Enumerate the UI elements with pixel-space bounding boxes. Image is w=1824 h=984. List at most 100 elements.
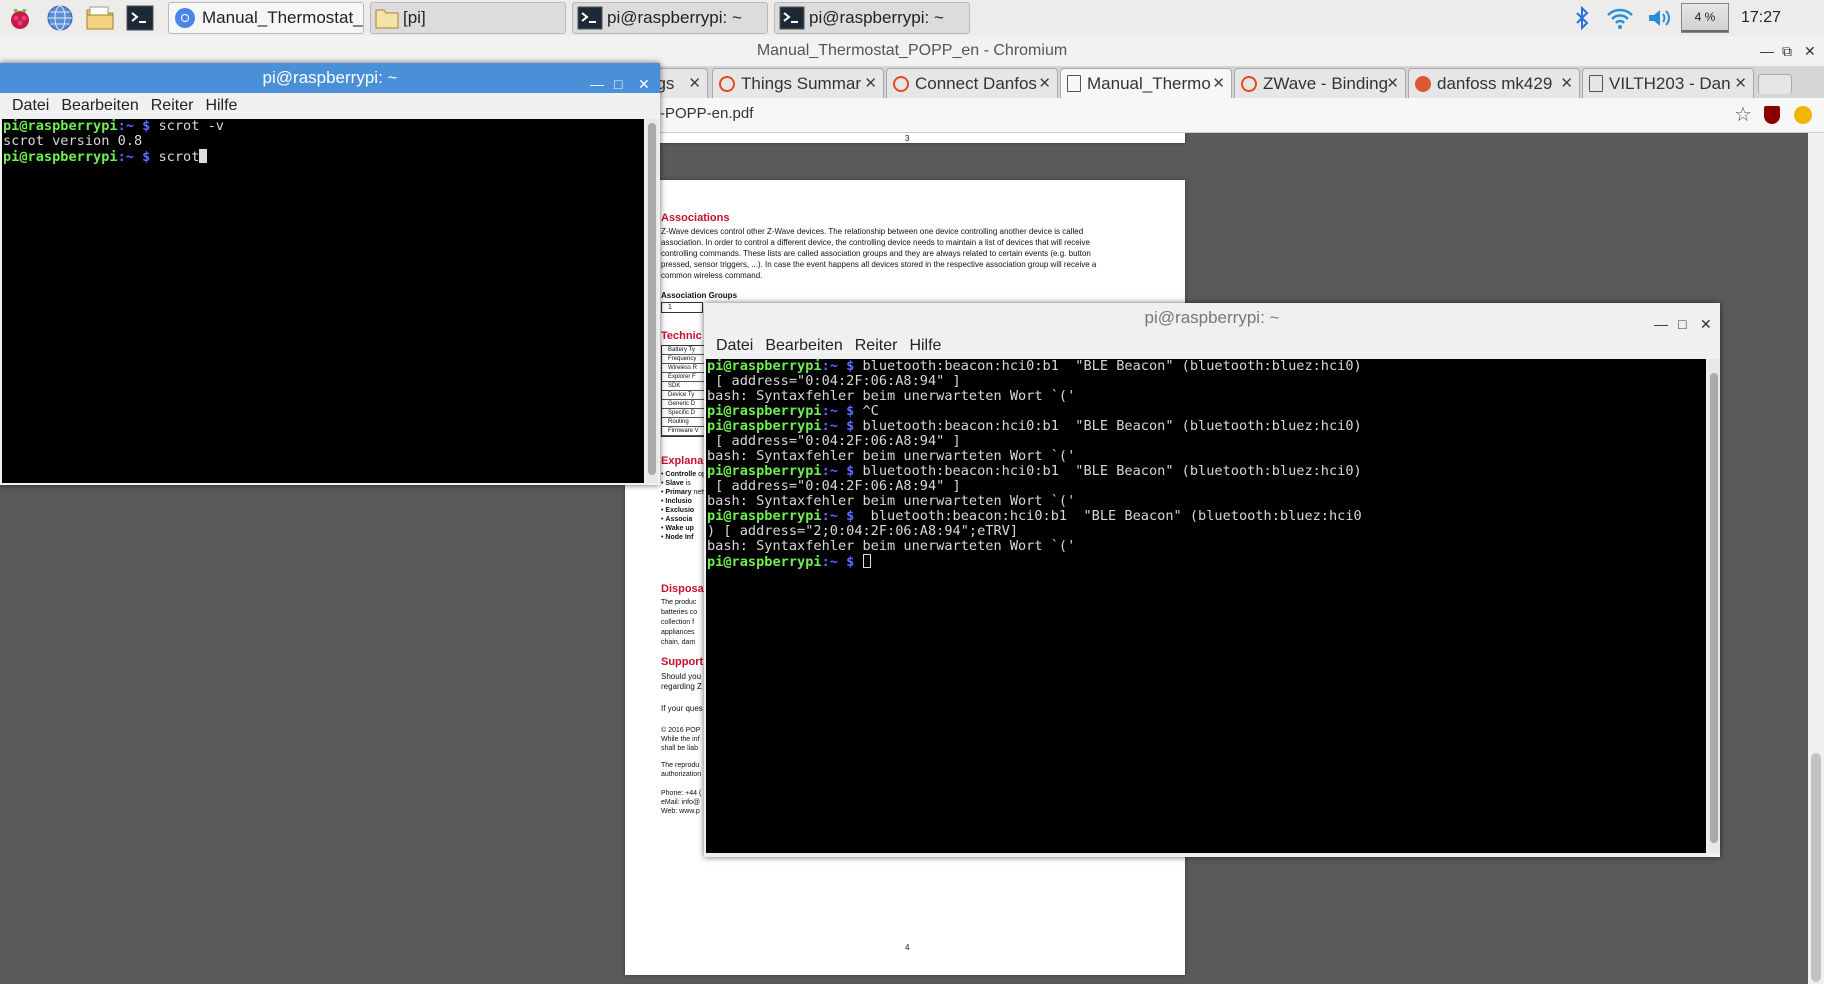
terminal-icon [577, 6, 603, 30]
tab-danfoss-search[interactable]: danfoss mk429 ✕ [1408, 68, 1580, 98]
terminal-line: bash: Syntaxfehler beim unerwarteten Wor… [706, 539, 1706, 554]
terminal-line: bash: Syntaxfehler beim unerwarteten Wor… [706, 389, 1706, 404]
terminal-line: bash: Syntaxfehler beim unerwarteten Wor… [706, 494, 1706, 509]
prompt-path: :~ $ [117, 119, 159, 134]
tab-close-icon[interactable]: ✕ [1212, 74, 1225, 92]
taskbar-task-label: [pi] [403, 8, 426, 27]
prompt-path: :~ $ [821, 463, 863, 479]
terminal-line: bash: Syntaxfehler beim unerwarteten Wor… [706, 449, 1706, 464]
tab-close-icon[interactable]: ✕ [688, 74, 701, 92]
prompt-user: pi@raspberrypi [707, 508, 822, 524]
tab-things-summary[interactable]: Things Summar ✕ [712, 68, 884, 98]
terminal-line: pi@raspberrypi:~ $ scrot -v [2, 119, 644, 134]
menu-bearbeiten[interactable]: Bearbeiten [61, 93, 138, 119]
pdf-page-3: 3 [625, 133, 1185, 143]
prompt-path: :~ $ [821, 554, 863, 570]
page-number: 3 [905, 134, 910, 143]
tab-close-icon[interactable]: ✕ [1734, 74, 1747, 92]
support-heading: Support [661, 656, 704, 668]
prompt-path: :~ $ [821, 508, 863, 524]
chromium-icon [175, 8, 195, 28]
bookmark-star-icon[interactable]: ☆ [1734, 102, 1752, 127]
menu-reiter[interactable]: Reiter [855, 333, 898, 359]
terminal-line: ) [ address="2;0:04:2F:06:A8:94";eTRV] [706, 524, 1706, 539]
explanation-term: Primary [665, 489, 692, 496]
explanation-term: Wake up [665, 525, 694, 532]
terminal-scrollbar[interactable] [1708, 359, 1720, 853]
wifi-icon[interactable] [1604, 0, 1636, 36]
terminal-menu-bar: Datei Bearbeiten Reiter Hilfe [0, 93, 660, 119]
volume-icon[interactable] [1644, 0, 1676, 36]
terminal-scrollbar[interactable] [646, 119, 658, 483]
tab-vilth203[interactable]: VILTH203 - Dan ✕ [1582, 68, 1754, 98]
terminal-line: pi@raspberrypi:~ $ bluetooth:beacon:hci0… [706, 509, 1706, 524]
tab-zwave-binding[interactable]: ZWave - Binding ✕ [1234, 68, 1406, 98]
tab-manual-thermostat[interactable]: Manual_Thermo ✕ [1060, 68, 1232, 98]
prompt-path: :~ $ [117, 149, 159, 165]
bluetooth-icon[interactable] [1568, 0, 1596, 36]
cpu-monitor: 4 % [1680, 0, 1730, 36]
terminal-line: pi@raspberrypi:~ $ ^C [706, 404, 1706, 419]
menu-bearbeiten[interactable]: Bearbeiten [765, 333, 842, 359]
tab-close-icon[interactable]: ✕ [1038, 74, 1051, 92]
explanation-term: Associa [665, 516, 693, 523]
terminal-output[interactable]: pi@raspberrypi:~ $ bluetooth:beacon:hci0… [706, 359, 1706, 853]
new-tab-button[interactable] [1758, 74, 1792, 94]
copyright-3: shall be liab [661, 745, 698, 752]
restore-icon[interactable]: ⧉ [1782, 36, 1792, 66]
scrollbar-thumb[interactable] [648, 123, 656, 475]
terminal-launcher-icon[interactable] [124, 3, 156, 33]
associations-heading: Associations [661, 212, 730, 224]
menu-hilfe[interactable]: Hilfe [205, 93, 237, 119]
file-manager-icon[interactable] [84, 3, 116, 33]
scrollbar-thumb[interactable] [1710, 373, 1718, 843]
raspberry-menu-icon[interactable] [4, 3, 36, 33]
terminal-title: pi@raspberrypi: ~ [262, 68, 398, 87]
prompt-path: :~ $ [821, 403, 863, 419]
tab-close-icon[interactable]: ✕ [864, 74, 877, 92]
menu-datei[interactable]: Datei [716, 333, 753, 359]
prompt-path: :~ $ [821, 418, 863, 434]
web-browser-icon[interactable] [44, 3, 76, 33]
scrollbar-thumb[interactable] [1811, 753, 1821, 982]
tab-connect-danfoss[interactable]: Connect Danfos ✕ [886, 68, 1058, 98]
clock[interactable]: 17:27 [1736, 0, 1786, 36]
command-text: ^C [862, 403, 879, 419]
prompt-user: pi@raspberrypi [707, 554, 822, 570]
ublock-icon[interactable] [1764, 106, 1780, 124]
terminal-line: pi@raspberrypi:~ $ bluetooth:beacon:hci0… [706, 359, 1706, 374]
taskbar-task-label: Manual_Thermostat_ [202, 8, 363, 27]
prompt-user: pi@raspberrypi [707, 463, 822, 479]
terminal-title-bar[interactable]: pi@raspberrypi: ~ — □ ✕ [0, 63, 660, 93]
close-icon[interactable]: ✕ [1804, 36, 1816, 66]
support-question: If your ques [661, 704, 703, 713]
minimize-icon[interactable]: — [1760, 36, 1774, 66]
terminal-output[interactable]: pi@raspberrypi:~ $ scrot -v scrot version… [2, 119, 644, 483]
taskbar-task-terminal-1[interactable]: pi@raspberrypi: ~ [572, 2, 768, 34]
terminal-line: pi@raspberrypi:~ $ bluetooth:beacon:hci0… [706, 464, 1706, 479]
terminal-line: pi@raspberrypi:~ $ scrot [2, 149, 644, 165]
associations-text-1: Z-Wave devices control other Z-Wave devi… [661, 227, 1084, 236]
terminal-window-large: pi@raspberrypi: ~ — □ ✕ Datei Bearbeiten… [704, 303, 1720, 857]
menu-hilfe[interactable]: Hilfe [909, 333, 941, 359]
output-text: scrot version 0.8 [3, 133, 143, 149]
page-scrollbar[interactable] [1808, 133, 1824, 984]
menu-reiter[interactable]: Reiter [151, 93, 194, 119]
terminal-line: pi@raspberrypi:~ $ bluetooth:beacon:hci0… [706, 419, 1706, 434]
menu-datei[interactable]: Datei [12, 93, 49, 119]
tab-close-icon[interactable]: ✕ [1560, 74, 1573, 92]
text-cursor [862, 554, 871, 568]
output-text: bash: Syntaxfehler beim unerwarteten Wor… [707, 538, 1076, 554]
taskbar-task-label: pi@raspberrypi: ~ [809, 8, 944, 27]
taskbar-task-terminal-2[interactable]: pi@raspberrypi: ~ [774, 2, 970, 34]
taskbar-task-filemanager[interactable]: [pi] [370, 2, 566, 34]
tab-close-icon[interactable]: ✕ [1386, 74, 1399, 92]
folder-icon [375, 9, 399, 29]
terminal-title-bar[interactable]: pi@raspberrypi: ~ — □ ✕ [704, 303, 1720, 333]
terminal-line: scrot version 0.8 [2, 134, 644, 149]
extension-icon[interactable] [1794, 106, 1812, 124]
taskbar-task-chromium[interactable]: Manual_Thermostat_ [168, 2, 364, 34]
duckduckgo-icon [1415, 75, 1431, 92]
output-text: ) [ address="2;0:04:2F:06:A8:94";eTRV] [707, 523, 1018, 539]
output-text: [ address="0:04:2F:06:A8:94" ] [707, 433, 961, 449]
